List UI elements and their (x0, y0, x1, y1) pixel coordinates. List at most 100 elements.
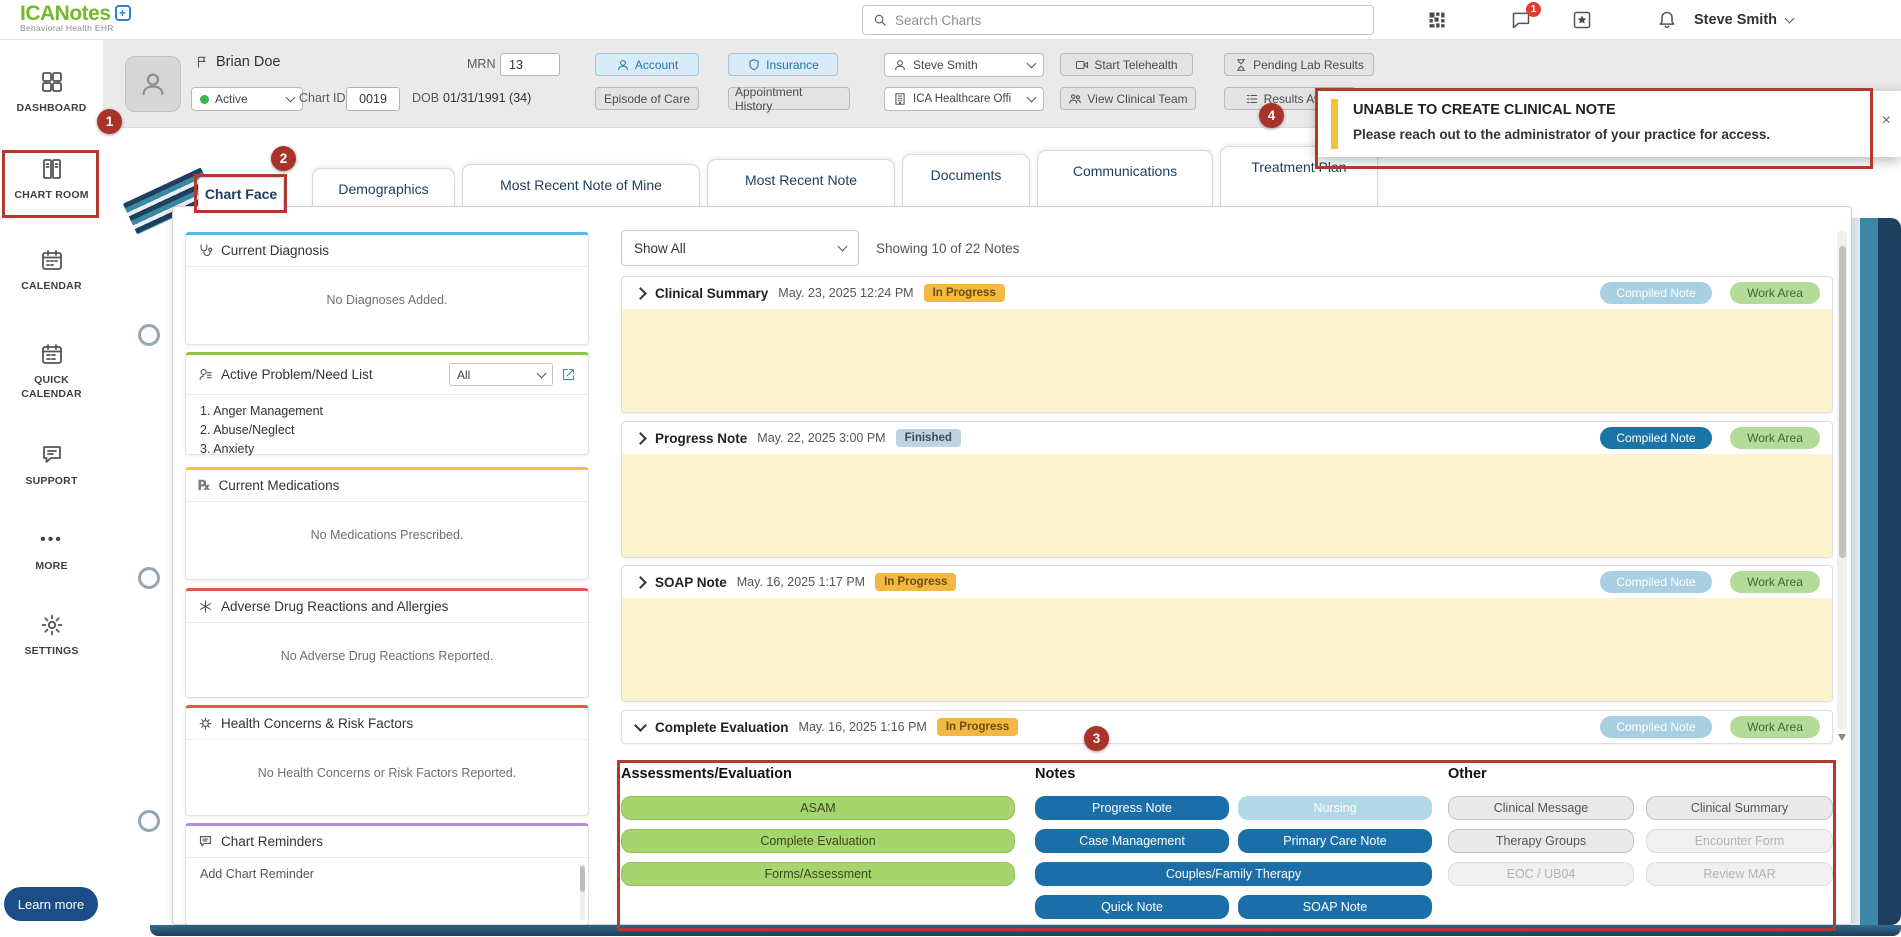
binder-bottom-edge (150, 925, 1901, 936)
sidebar-item-calendar[interactable]: CALENDAR (0, 248, 103, 293)
sidebar-item-dashboard[interactable]: DASHBOARD (0, 70, 103, 115)
pending-lab-results-button[interactable]: Pending Lab Results (1224, 53, 1374, 76)
dashboard-icon (41, 72, 62, 92)
work-area-button[interactable]: Work Area (1730, 716, 1820, 738)
search-charts-box[interactable] (862, 5, 1374, 35)
note-preview-area (622, 454, 1832, 557)
create-clinical-summary-button[interactable]: Clinical Summary (1646, 796, 1833, 820)
search-input[interactable] (895, 12, 1363, 28)
note-card-header[interactable]: Progress Note May. 22, 2025 3:00 PM Fini… (622, 422, 1832, 454)
create-asam-button[interactable]: ASAM (621, 796, 1015, 820)
work-area-button[interactable]: Work Area (1730, 427, 1820, 449)
problem-list-filter-select[interactable]: All (449, 363, 553, 386)
section-title-notes: Notes (1035, 766, 1076, 782)
flag-icon[interactable] (195, 55, 209, 69)
episode-of-care-button[interactable]: Episode of Care (595, 87, 699, 110)
sidebar-item-chart-room[interactable]: CHART ROOM (0, 157, 103, 202)
insurance-label: Insurance (766, 57, 819, 72)
create-therapy-groups-button[interactable]: Therapy Groups (1448, 829, 1634, 853)
notes-scrollbar-thumb[interactable] (1839, 246, 1846, 558)
widget-scrollbar[interactable] (580, 864, 585, 920)
work-area-button[interactable]: Work Area (1730, 571, 1820, 593)
chart-id-label: Chart ID (299, 91, 346, 105)
qr-scan-icon[interactable] (1427, 10, 1447, 35)
problem-list-icon (199, 368, 212, 381)
problem-list-item: 2. Abuse/Neglect (200, 423, 295, 437)
create-case-management-button[interactable]: Case Management (1035, 829, 1229, 853)
reminder-icon (199, 835, 212, 847)
sidebar-item-more[interactable]: ••• MORE (0, 528, 103, 573)
create-primary-care-note-button[interactable]: Primary Care Note (1238, 829, 1432, 853)
messages-icon[interactable]: 1 (1511, 2, 1541, 35)
annotation-step-2: 2 (271, 146, 296, 171)
create-soap-note-button[interactable]: SOAP Note (1238, 895, 1432, 919)
expand-chevron-icon[interactable] (634, 286, 647, 300)
notifications-bell-icon[interactable] (1657, 10, 1677, 35)
work-area-button[interactable]: Work Area (1730, 282, 1820, 304)
note-card-header[interactable]: Clinical Summary May. 23, 2025 12:24 PM … (622, 277, 1832, 309)
insurance-button[interactable]: Insurance (728, 53, 838, 76)
sidebar-item-support[interactable]: SUPPORT (0, 443, 103, 488)
create-quick-note-button[interactable]: Quick Note (1035, 895, 1229, 919)
expand-chevron-icon[interactable] (634, 431, 647, 445)
note-card-header[interactable]: Complete Evaluation May. 16, 2025 1:16 P… (622, 711, 1832, 743)
tab-communications[interactable]: Communications (1037, 150, 1213, 206)
status-select[interactable]: Active (191, 87, 303, 111)
tab-documents[interactable]: Documents (902, 154, 1030, 206)
more-dots-icon: ••• (40, 531, 63, 549)
close-icon[interactable]: × (1882, 113, 1891, 129)
mrn-label: MRN (467, 57, 496, 71)
filter-value: Show All (634, 240, 686, 256)
collapse-chevron-icon[interactable] (634, 718, 647, 732)
clinician-select[interactable]: Steve Smith (884, 53, 1044, 77)
appointment-history-button[interactable]: Appointment History (728, 85, 850, 113)
widget-title: Current Diagnosis (221, 243, 330, 258)
expand-chevron-icon[interactable] (634, 575, 647, 589)
office-select[interactable]: ICA Healthcare Offi (884, 87, 1044, 111)
note-date: May. 16, 2025 1:17 PM (736, 575, 866, 589)
chevron-down-icon (1026, 58, 1037, 69)
tab-label: Most Recent Note (744, 172, 858, 188)
create-clinical-message-button[interactable]: Clinical Message (1448, 796, 1634, 820)
create-progress-note-button[interactable]: Progress Note (1035, 796, 1229, 820)
tab-demographics[interactable]: Demographics (312, 168, 455, 206)
create-complete-evaluation-button[interactable]: Complete Evaluation (621, 829, 1015, 853)
account-button[interactable]: Account (595, 53, 699, 76)
notification-toast: UNABLE TO CREATE CLINICAL NOTE Please re… (1317, 91, 1901, 157)
tab-most-recent-note[interactable]: Most Recent Note (707, 159, 895, 206)
notes-filter-select[interactable]: Show All (621, 230, 859, 266)
note-title: Clinical Summary (655, 285, 769, 301)
widget-title: Health Concerns & Risk Factors (221, 716, 414, 731)
view-clinical-team-label: View Clinical Team (1087, 91, 1188, 106)
note-card: Clinical Summary May. 23, 2025 12:24 PM … (621, 276, 1833, 413)
widget-health-concerns: Health Concerns & Risk Factors No Health… (185, 705, 589, 816)
tab-most-recent-note-of-mine[interactable]: Most Recent Note of Mine (462, 164, 700, 206)
messages-badge: 1 (1526, 2, 1541, 17)
learn-more-button[interactable]: Learn more (4, 887, 98, 921)
add-chart-reminder-input[interactable]: Add Chart Reminder (186, 858, 588, 891)
building-icon (895, 93, 905, 105)
compiled-note-button[interactable]: Compiled Note (1600, 427, 1712, 449)
stethoscope-icon (200, 244, 213, 256)
filter-value: All (457, 367, 471, 382)
sidebar-item-quick-calendar[interactable]: QUICK CALENDAR (0, 342, 103, 401)
view-clinical-team-button[interactable]: View Clinical Team (1060, 87, 1196, 110)
widget-title: Adverse Drug Reactions and Allergies (221, 599, 449, 614)
external-link-icon[interactable] (561, 367, 576, 382)
binder-ring (138, 567, 160, 589)
notification-message: Please reach out to the administrator of… (1353, 127, 1771, 142)
start-telehealth-button[interactable]: Start Telehealth (1060, 53, 1193, 76)
person-icon (142, 73, 164, 96)
create-forms-assessment-button[interactable]: Forms/Assessment (621, 862, 1015, 886)
create-couples-family-therapy-button[interactable]: Couples/Family Therapy (1035, 862, 1432, 886)
tab-chart-face-active[interactable]: Chart Face (198, 177, 284, 210)
compiled-note-button: Compiled Note (1600, 282, 1712, 304)
sidebar-item-settings[interactable]: SETTINGS (0, 613, 103, 658)
user-menu[interactable]: Steve Smith (1694, 0, 1795, 40)
scroll-down-button[interactable] (1838, 732, 1847, 744)
patient-avatar[interactable] (125, 56, 181, 112)
icanotes-logo[interactable]: ICANotes + Behavioral Health EHR (20, 3, 131, 33)
section-title-other: Other (1448, 766, 1487, 782)
favorites-icon[interactable] (1572, 10, 1592, 35)
note-card-header[interactable]: SOAP Note May. 16, 2025 1:17 PM In Progr… (622, 566, 1832, 598)
